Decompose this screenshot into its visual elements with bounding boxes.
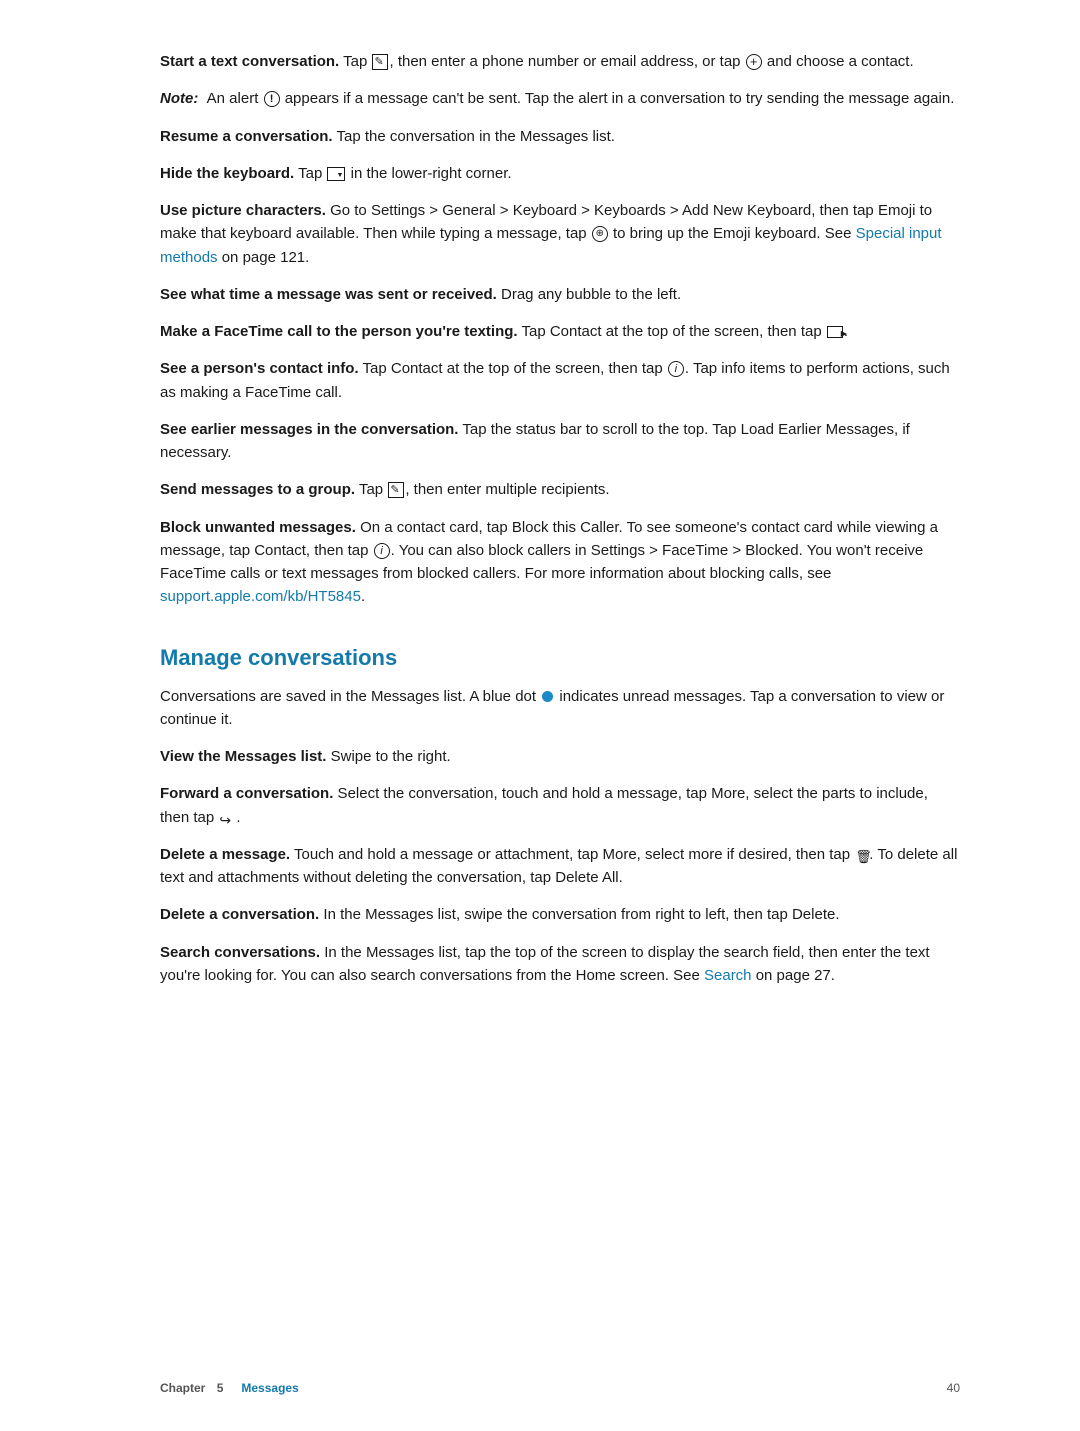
bold-contact-info: See a person's contact info. <box>160 360 359 377</box>
paragraph-note-alert: Note: An alert ! appears if a message ca… <box>160 87 960 110</box>
footer-chapter-info: Chapter 5 Messages <box>160 1381 299 1395</box>
paragraph-hide-keyboard: Hide the keyboard. Tap in the lower-righ… <box>160 162 960 185</box>
paragraph-manage-intro: Conversations are saved in the Messages … <box>160 685 960 732</box>
paragraph-facetime-call: Make a FaceTime call to the person you'r… <box>160 320 960 343</box>
footer-chapter-label: Chapter <box>160 1381 205 1395</box>
bold-delete-message: Delete a message. <box>160 846 290 863</box>
paragraph-delete-conversation: Delete a conversation. In the Messages l… <box>160 903 960 926</box>
blue-dot-icon <box>542 691 553 702</box>
forward-icon: ↪ <box>219 810 235 826</box>
compose-icon-2 <box>388 482 404 498</box>
paragraph-send-to-group: Send messages to a group. Tap , then ent… <box>160 478 960 501</box>
paragraph-start-text-conversation: Start a text conversation. Tap , then en… <box>160 50 960 73</box>
bold-view-messages-list: View the Messages list. <box>160 748 326 765</box>
paragraph-block-unwanted: Block unwanted messages. On a contact ca… <box>160 516 960 609</box>
bold-use-picture-characters: Use picture characters. <box>160 202 326 219</box>
bold-search-conversations: Search conversations. <box>160 944 320 961</box>
bold-send-to-group: Send messages to a group. <box>160 481 355 498</box>
footer-chapter-number: 5 <box>217 1381 224 1395</box>
paragraph-earlier-messages: See earlier messages in the conversation… <box>160 418 960 465</box>
info-icon: i <box>668 361 684 377</box>
bold-earlier-messages: See earlier messages in the conversation… <box>160 421 458 438</box>
page-content: Start a text conversation. Tap , then en… <box>0 0 1080 1081</box>
globe-icon: ⊕ <box>592 226 608 242</box>
keyboard-hide-icon <box>327 167 345 181</box>
alert-icon: ! <box>264 91 280 107</box>
special-input-methods-link[interactable]: Special input methods <box>160 225 942 265</box>
bold-forward-conversation: Forward a conversation. <box>160 785 333 802</box>
paragraph-use-picture-characters: Use picture characters. Go to Settings >… <box>160 199 960 269</box>
bold-start-text-conversation: Start a text conversation. <box>160 53 339 70</box>
footer-chapter-name: Messages <box>241 1381 298 1395</box>
info-icon-2: i <box>374 543 390 559</box>
bold-facetime-call: Make a FaceTime call to the person you'r… <box>160 323 518 340</box>
paragraph-forward-conversation: Forward a conversation. Select the conve… <box>160 782 960 829</box>
note-label: Note: <box>160 90 198 107</box>
trash-icon: 🗑 <box>855 847 868 863</box>
facetime-icon <box>827 326 843 338</box>
section-heading-manage-conversations: Manage conversations <box>160 645 960 671</box>
compose-icon <box>372 54 388 70</box>
paragraph-view-messages-list: View the Messages list. Swipe to the rig… <box>160 745 960 768</box>
paragraph-see-time: See what time a message was sent or rece… <box>160 283 960 306</box>
bold-resume-conversation: Resume a conversation. <box>160 128 333 145</box>
page-footer: Chapter 5 Messages 40 <box>0 1381 1080 1395</box>
paragraph-search-conversations: Search conversations. In the Messages li… <box>160 941 960 988</box>
paragraph-contact-info: See a person's contact info. Tap Contact… <box>160 357 960 404</box>
paragraph-resume-conversation: Resume a conversation. Tap the conversat… <box>160 125 960 148</box>
search-link[interactable]: Search <box>704 967 752 984</box>
add-icon: + <box>746 54 762 70</box>
paragraph-delete-message: Delete a message. Touch and hold a messa… <box>160 843 960 890</box>
bold-hide-keyboard: Hide the keyboard. <box>160 165 294 182</box>
footer-page-number: 40 <box>947 1381 960 1395</box>
bold-block-unwanted: Block unwanted messages. <box>160 519 356 536</box>
bold-delete-conversation: Delete a conversation. <box>160 906 319 923</box>
bold-see-time: See what time a message was sent or rece… <box>160 286 497 303</box>
apple-support-link[interactable]: support.apple.com/kb/HT5845 <box>160 588 361 605</box>
